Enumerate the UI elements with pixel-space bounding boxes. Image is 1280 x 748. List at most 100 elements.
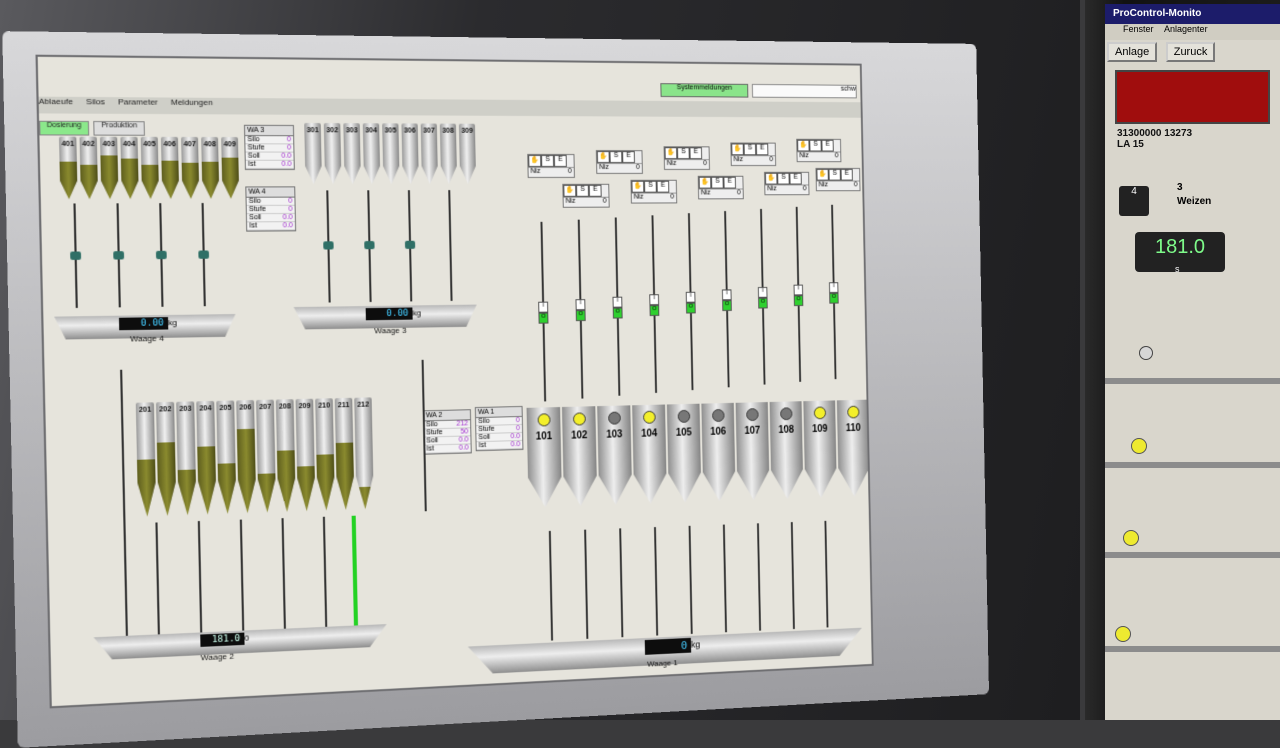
tab-produktion[interactable]: Produktion bbox=[93, 121, 145, 136]
silo-105[interactable]: 105 bbox=[667, 404, 702, 503]
silo-306[interactable]: 306 bbox=[401, 123, 418, 184]
silo-404[interactable]: 404 bbox=[120, 137, 138, 199]
silo-101[interactable]: 101 bbox=[527, 407, 563, 508]
valve-icon[interactable] bbox=[155, 250, 167, 260]
silo-309[interactable]: 309 bbox=[459, 124, 476, 184]
io-indicator[interactable]: IO bbox=[793, 284, 804, 307]
panel-wa3[interactable]: WA 3 Silo 0 Stufe 0 Soll 0.0 Ist 0.0 bbox=[243, 124, 295, 171]
panel-wa4[interactable]: WA 4 Silo 0 Stufe 0 Soll 0.0 Ist 0.0 bbox=[245, 186, 297, 232]
menu-item-silos[interactable]: Silos bbox=[86, 97, 105, 107]
e-button[interactable]: E bbox=[588, 184, 602, 197]
e-button[interactable]: E bbox=[622, 151, 635, 164]
menu-item-anlagen[interactable]: Anlagenter bbox=[1164, 24, 1208, 34]
menu-item-fenster[interactable]: Fenster bbox=[1123, 24, 1154, 34]
silo-204[interactable]: 204 bbox=[196, 401, 216, 515]
silo-203[interactable]: 203 bbox=[176, 401, 196, 515]
valve-icon[interactable] bbox=[404, 240, 416, 249]
silo-402[interactable]: 402 bbox=[80, 137, 99, 200]
silo-407[interactable]: 407 bbox=[181, 137, 199, 199]
silo-303[interactable]: 303 bbox=[343, 123, 361, 184]
silo-107[interactable]: 107 bbox=[736, 402, 770, 501]
io-indicator[interactable]: IO bbox=[757, 286, 768, 309]
silo-408[interactable]: 408 bbox=[201, 137, 219, 199]
silo-302[interactable]: 302 bbox=[324, 123, 342, 184]
io-indicator[interactable]: IO bbox=[828, 282, 839, 304]
silo-210[interactable]: 210 bbox=[315, 398, 335, 511]
valve-icon[interactable] bbox=[198, 250, 210, 259]
e-button[interactable]: E bbox=[723, 176, 737, 189]
e-button[interactable]: E bbox=[689, 147, 703, 160]
control-group-6[interactable]: ✋ S E Niz 0 bbox=[562, 183, 610, 208]
hand-icon[interactable]: ✋ bbox=[698, 176, 712, 189]
silo-206[interactable]: 206 bbox=[236, 400, 256, 513]
e-button[interactable]: E bbox=[789, 172, 802, 185]
hand-icon[interactable]: ✋ bbox=[563, 184, 577, 197]
e-button[interactable]: E bbox=[656, 180, 670, 193]
hand-icon[interactable]: ✋ bbox=[596, 151, 610, 164]
system-messages-button[interactable]: Systemmeldungen bbox=[660, 83, 749, 98]
valve-icon[interactable] bbox=[323, 241, 334, 250]
e-button[interactable]: E bbox=[553, 154, 567, 167]
control-group-3[interactable]: ✋ S E Niz 0 bbox=[663, 146, 710, 170]
hand-icon[interactable]: ✋ bbox=[664, 147, 678, 160]
menu-item-ablaeufe[interactable]: Ablaeufe bbox=[39, 97, 73, 107]
silo-208[interactable]: 208 bbox=[276, 399, 296, 512]
search-field[interactable]: schw bbox=[751, 83, 857, 99]
anlage-button[interactable]: Anlage bbox=[1107, 42, 1158, 62]
silo-307[interactable]: 307 bbox=[421, 124, 438, 185]
panel-wa1[interactable]: WA 1 Silo 0 Stufe 0 Soll 0.0 Ist 0.0 bbox=[474, 405, 524, 452]
silo-108[interactable]: 108 bbox=[770, 401, 804, 499]
silo-403[interactable]: 403 bbox=[100, 137, 119, 200]
silo-109[interactable]: 109 bbox=[803, 400, 837, 498]
hand-icon[interactable]: ✋ bbox=[731, 143, 744, 156]
e-button[interactable]: E bbox=[840, 168, 853, 181]
io-indicator[interactable]: IO bbox=[575, 299, 586, 322]
io-indicator[interactable]: IO bbox=[649, 294, 660, 317]
s-button[interactable]: S bbox=[711, 176, 724, 189]
io-indicator[interactable]: IO bbox=[721, 289, 732, 312]
valve-icon[interactable] bbox=[70, 251, 82, 260]
control-group-2[interactable]: ✋ S E Niz 0 bbox=[595, 150, 643, 174]
s-button[interactable]: S bbox=[609, 151, 623, 164]
hand-icon[interactable]: ✋ bbox=[816, 168, 829, 181]
silo-405[interactable]: 405 bbox=[141, 137, 159, 199]
silo-401[interactable]: 401 bbox=[59, 137, 78, 200]
silo-308[interactable]: 308 bbox=[440, 124, 457, 184]
s-button[interactable]: S bbox=[828, 168, 841, 181]
silo-305[interactable]: 305 bbox=[382, 123, 400, 184]
e-button[interactable]: E bbox=[821, 139, 834, 152]
control-group-1[interactable]: ✋ S E Niz 0 bbox=[527, 153, 575, 178]
silo-207[interactable]: 207 bbox=[256, 400, 276, 513]
io-indicator[interactable]: IO bbox=[612, 296, 623, 319]
tab-dosierung[interactable]: Dosierung bbox=[39, 120, 90, 136]
hand-icon[interactable]: ✋ bbox=[797, 139, 810, 152]
silo-409[interactable]: 409 bbox=[221, 137, 239, 199]
control-group-4[interactable]: ✋ S E Niz 0 bbox=[730, 142, 777, 167]
valve-icon[interactable] bbox=[113, 251, 125, 260]
s-button[interactable]: S bbox=[677, 147, 690, 160]
io-indicator[interactable]: IO bbox=[538, 301, 549, 324]
silo-209[interactable]: 209 bbox=[296, 399, 316, 512]
e-button[interactable]: E bbox=[755, 143, 769, 156]
hand-icon[interactable]: ✋ bbox=[631, 180, 645, 193]
s-button[interactable]: S bbox=[644, 180, 657, 193]
menu-item-parameter[interactable]: Parameter bbox=[118, 97, 158, 107]
control-group-8[interactable]: ✋ S E Niz 0 bbox=[697, 175, 744, 200]
radio-icon[interactable] bbox=[1139, 346, 1153, 360]
silo-103[interactable]: 103 bbox=[597, 405, 632, 505]
control-group-10[interactable]: ✋ S E Niz 0 bbox=[815, 167, 861, 192]
hand-icon[interactable]: ✋ bbox=[528, 154, 542, 167]
silo-212[interactable]: 212 bbox=[354, 397, 374, 509]
silo-205[interactable]: 205 bbox=[216, 400, 236, 514]
menu-item-meldungen[interactable]: Meldungen bbox=[171, 98, 213, 108]
silo-106[interactable]: 106 bbox=[701, 403, 735, 502]
silo-110[interactable]: 110 bbox=[837, 400, 870, 498]
panel-wa2[interactable]: WA 2 Silo 212 Stufe 50 Soll 0.0 Ist 0.0 bbox=[422, 409, 472, 455]
s-button[interactable]: S bbox=[809, 139, 822, 152]
silo-406[interactable]: 406 bbox=[161, 137, 179, 199]
zuruck-button[interactable]: Zuruck bbox=[1165, 42, 1216, 62]
silo-304[interactable]: 304 bbox=[363, 123, 381, 184]
s-button[interactable]: S bbox=[743, 143, 757, 156]
s-button[interactable]: S bbox=[777, 172, 790, 185]
io-indicator[interactable]: IO bbox=[685, 291, 696, 314]
